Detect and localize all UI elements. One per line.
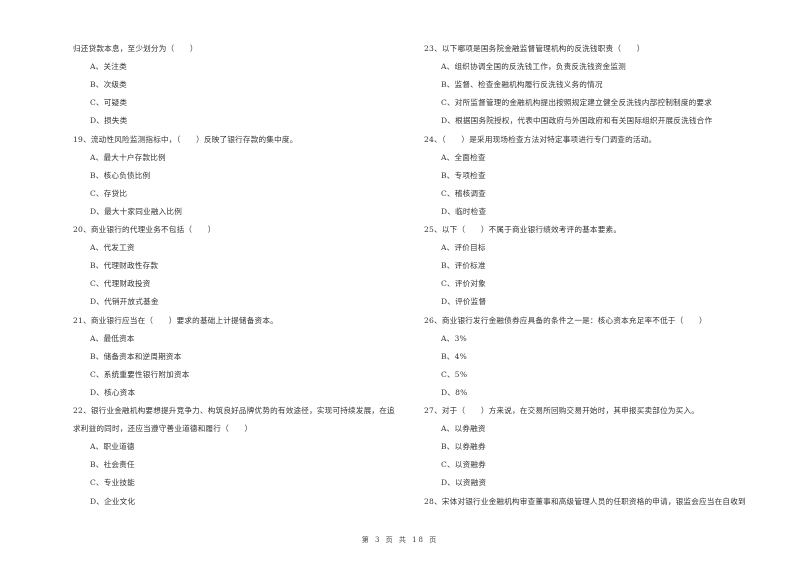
question-text: 归还贷款本息，至少划分为（ ）: [73, 44, 198, 53]
answer-option: D、评价监督: [441, 297, 487, 307]
answer-option: D、8%: [441, 387, 468, 397]
question-text: 21、商业银行应当在（ ）要求的基础上计提储备资本。: [73, 315, 278, 325]
answer-option: C、评价对象: [441, 279, 486, 289]
answer-option: D、企业文化: [90, 496, 136, 506]
answer-option: C、存贷比: [90, 188, 128, 198]
answer-option: D、损失类: [90, 116, 128, 126]
answer-option: A、组织协调全国的反洗钱工作，负责反洗钱资金监测: [441, 62, 626, 72]
question-text: 20、商业银行的代理业务不包括（ ）: [73, 225, 216, 234]
answer-option: A、评价目标: [441, 243, 486, 253]
answer-option: C、对所监督管理的金融机构提出按照规定建立健全反洗钱内部控制制度的要求: [441, 98, 712, 108]
answer-option: C、可疑类: [90, 98, 128, 108]
answer-option: A、代发工资: [90, 243, 135, 253]
answer-option: A、最大十户存款比例: [90, 152, 166, 162]
answer-option: C、稽核调查: [441, 188, 486, 198]
answer-option: A、关注类: [90, 62, 127, 72]
answer-option: D、代销开放式基金: [90, 297, 159, 307]
question-text: 27、对于（ ）方来说，在交易所回购交易开始时，其申报买卖部位为买入。: [424, 406, 700, 415]
answer-option: D、以资融资: [441, 478, 487, 488]
page-number: 第 3 页 共 18 页: [361, 536, 439, 544]
question-text: 28、宋体对银行业金融机构审查董事和高级管理人员的任职资格的申请，银监会应当在自…: [424, 496, 746, 506]
answer-option: A、职业道德: [90, 442, 135, 452]
answer-option: A、最低资本: [90, 333, 135, 343]
answer-option: B、储备资本和逆周期资本: [90, 351, 182, 361]
answer-option: C、5%: [441, 369, 468, 379]
answer-option: A、以券融资: [441, 424, 486, 434]
answer-option: B、监督、检查金融机构履行反洗钱义务的情况: [441, 80, 603, 90]
answer-option: D、根据国务院授权，代表中国政府与外国政府和有关国际组织开展反洗钱合作: [441, 116, 713, 126]
question-text: 25、以下（ ）不属于商业银行绩效考评的基本要素。: [424, 225, 622, 234]
question-text: 26、商业银行发行金融债券应具备的条件之一是：核心资本充足率不低于（ ）: [424, 315, 707, 325]
answer-option: B、以券融券: [441, 442, 486, 452]
answer-option: D、临时检查: [441, 206, 487, 216]
answer-option: C、代理财政投资: [90, 279, 151, 289]
answer-option: D、核心资本: [90, 387, 136, 397]
answer-option: B、次级类: [90, 80, 127, 90]
answer-option: B、代理财政性存款: [90, 261, 159, 271]
answer-option: B、社会责任: [90, 460, 135, 470]
question-text: 24、（ ）是采用现场检查方法对特定事项进行专门调查的活动。: [424, 134, 657, 144]
answer-option: B、核心负债比例: [90, 170, 151, 180]
answer-option: C、以资融券: [441, 460, 486, 470]
answer-option: A、3%: [441, 333, 467, 343]
answer-option: D、最大十家同业融入比例: [90, 206, 183, 216]
question-text: 求利益的同时，还应当遵守善业道德和履行（ ）: [73, 424, 253, 434]
answer-option: C、系统重要性银行附加资本: [90, 369, 190, 379]
answer-option: B、评价标准: [441, 261, 486, 271]
answer-option: B、4%: [441, 351, 468, 361]
answer-option: C、专业技能: [90, 478, 135, 488]
question-text: 19、流动性风险监测指标中，（ ）反映了银行存款的集中度。: [73, 134, 298, 144]
answer-option: B、专项检查: [441, 170, 486, 180]
answer-option: A、全面检查: [441, 152, 486, 162]
question-text: 22、银行业金融机构要想提升竞争力、构筑良好品牌优势的有效途径，实现可持续发展，…: [73, 406, 395, 415]
question-text: 23、以下哪项是国务院金融监督管理机构的反洗钱职责（ ）: [424, 44, 645, 53]
